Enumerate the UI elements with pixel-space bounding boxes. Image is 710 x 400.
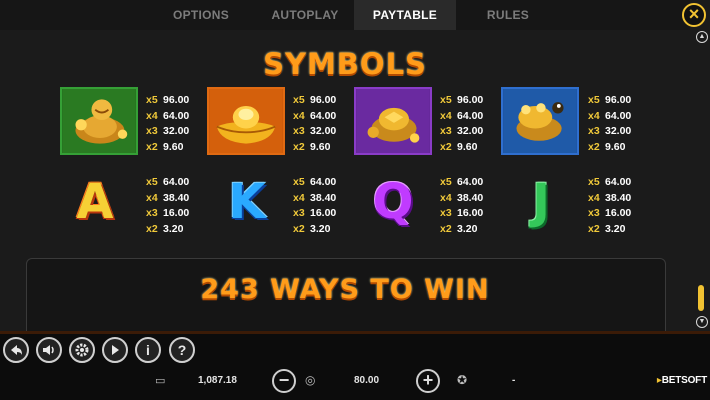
pay-row: x4 38.40 <box>440 191 484 204</box>
scrollbar-thumb[interactable] <box>698 285 704 311</box>
win-ribbon-icon: ✪ <box>457 373 468 387</box>
pay-row: x5 96.00 <box>146 94 190 106</box>
tab-bar: OPTIONS AUTOPLAY PAYTABLE RULES <box>0 0 690 30</box>
pay-row: x5 96.00 <box>440 94 484 106</box>
paytable-turtle: x5 96.00 x4 64.00 x3 32.00 x2 9.60 <box>440 93 483 155</box>
pay-row: x2 9.60 <box>440 140 478 153</box>
pay-row: x3 16.00 <box>146 207 190 219</box>
pay-row: x3 16.00 <box>440 207 484 219</box>
increase-bet-button[interactable]: + <box>416 369 440 393</box>
balance-value: 1,087.18 <box>198 375 237 386</box>
tab-options[interactable]: OPTIONS <box>144 0 258 30</box>
pay-row: x2 3.20 <box>588 222 626 235</box>
symbol-toad <box>501 87 579 155</box>
pay-row: x2 9.60 <box>293 140 331 153</box>
symbol-turtle <box>354 87 432 155</box>
settings-gear-icon <box>75 343 89 357</box>
minus-icon: − <box>278 370 290 390</box>
pay-row: x2 9.60 <box>588 140 626 153</box>
decrease-bet-button[interactable]: − <box>272 369 296 393</box>
pay-row: x4 64.00 <box>588 109 632 122</box>
pay-row: x3 32.00 <box>293 125 337 137</box>
back-button[interactable] <box>3 337 29 363</box>
pay-row: x2 3.20 <box>440 222 478 235</box>
pay-row: x4 38.40 <box>146 191 190 204</box>
pay-row: x2 3.20 <box>293 222 331 235</box>
pay-row: x4 38.40 <box>588 191 632 204</box>
pay-row: x5 64.00 <box>293 176 337 188</box>
back-arrow-icon <box>11 345 22 355</box>
symbol-buddha <box>60 87 138 155</box>
symbol-letter-k: K <box>228 174 266 230</box>
plus-icon: + <box>422 370 434 390</box>
pay-row: x5 64.00 <box>588 176 632 188</box>
sound-button[interactable] <box>36 337 62 363</box>
pay-row: x5 64.00 <box>146 176 190 188</box>
paytable-letter-q: x5 64.00 x4 38.40 x3 16.00 x2 3.20 <box>440 175 483 237</box>
ways-title: 243 WAYS TO WIN <box>200 274 490 305</box>
tab-autoplay[interactable]: AUTOPLAY <box>248 0 362 30</box>
symbol-letter-a: A <box>76 174 114 230</box>
autoplay-icon <box>112 345 119 355</box>
pay-row: x2 3.20 <box>146 222 184 235</box>
pay-row: x3 32.00 <box>588 125 632 137</box>
tab-paytable[interactable]: PAYTABLE <box>354 0 456 30</box>
golden-turtle-icon <box>356 89 430 153</box>
pay-row: x4 64.00 <box>146 109 190 122</box>
pay-row: x5 64.00 <box>440 176 484 188</box>
help-icon: ? <box>177 342 187 358</box>
pay-row: x3 32.00 <box>146 125 190 137</box>
bet-value: 80.00 <box>354 375 380 386</box>
pay-row: x3 32.00 <box>440 125 484 137</box>
pay-row: x5 96.00 <box>588 94 632 106</box>
money-toad-icon <box>503 89 577 153</box>
paytable-toad: x5 96.00 x4 64.00 x3 32.00 x2 9.60 <box>588 93 631 155</box>
pay-row: x3 16.00 <box>588 207 632 219</box>
paytable-letter-a: x5 64.00 x4 38.40 x3 16.00 x2 3.20 <box>146 175 189 237</box>
pay-row: x4 64.00 <box>293 109 337 122</box>
symbols-title: SYMBOLS <box>263 47 427 81</box>
betsoft-logo: ▸BETSOFT <box>656 375 707 386</box>
sound-icon <box>43 345 54 355</box>
close-icon: × <box>688 4 700 24</box>
paytable-gold-ingot: x5 96.00 x4 64.00 x3 32.00 x2 9.60 <box>293 93 336 155</box>
gold-ingot-icon <box>209 89 283 153</box>
pay-row: x2 9.60 <box>146 140 184 153</box>
coins-icon: ◎ <box>305 373 316 387</box>
symbol-letter-q: Q <box>372 174 414 230</box>
laughing-buddha-icon <box>62 89 136 153</box>
scroll-down-button[interactable]: ▼ <box>696 316 708 328</box>
symbol-gold-ingot <box>207 87 285 155</box>
help-button[interactable]: ? <box>169 337 195 363</box>
paytable-letter-k: x5 64.00 x4 38.40 x3 16.00 x2 3.20 <box>293 175 336 237</box>
pay-row: x4 38.40 <box>293 191 337 204</box>
settings-button[interactable] <box>69 337 95 363</box>
symbol-letter-j: J <box>532 174 550 230</box>
paytable-buddha: x5 96.00 x4 64.00 x3 32.00 x2 9.60 <box>146 93 189 155</box>
pay-row: x3 16.00 <box>293 207 337 219</box>
scroll-up-button[interactable]: ▲ <box>696 31 708 43</box>
pay-row: x5 96.00 <box>293 94 337 106</box>
close-button[interactable]: × <box>682 3 706 27</box>
autoplay-button[interactable] <box>102 337 128 363</box>
paytable-letter-j: x5 64.00 x4 38.40 x3 16.00 x2 3.20 <box>588 175 631 237</box>
tab-rules[interactable]: RULES <box>452 0 564 30</box>
info-button[interactable]: i <box>135 337 161 363</box>
wallet-icon: ▭ <box>155 375 166 387</box>
win-value: - <box>512 375 516 386</box>
info-icon: i <box>146 342 150 358</box>
pay-row: x4 64.00 <box>440 109 484 122</box>
